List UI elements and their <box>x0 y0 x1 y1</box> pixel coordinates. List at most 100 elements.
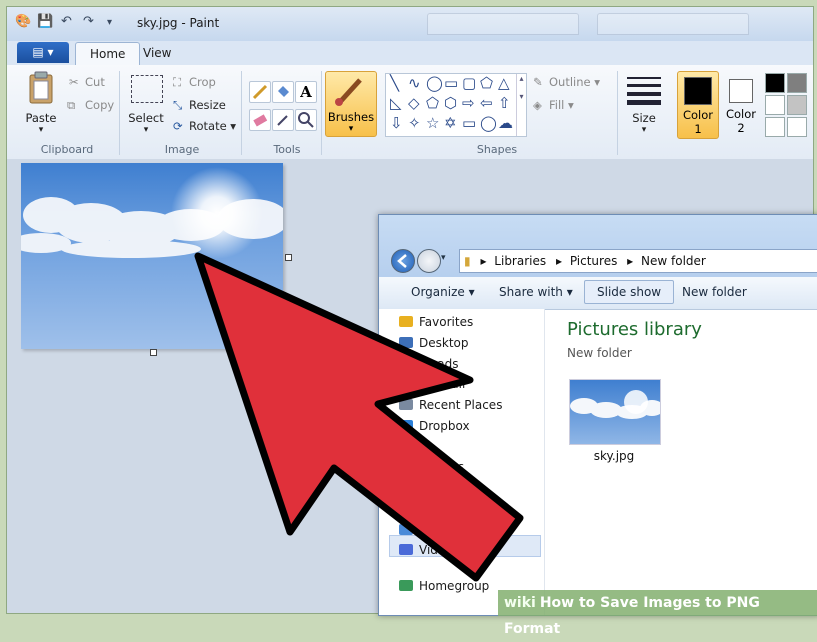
magnifier-icon[interactable] <box>295 109 317 131</box>
nav-item-cuments[interactable]: cuments <box>399 481 471 495</box>
brushes-label: Brushes <box>327 110 375 124</box>
clipboard-group-label: Clipboard <box>40 143 94 156</box>
color1-button[interactable]: Color 1 <box>677 71 719 139</box>
palette-swatch[interactable] <box>765 117 785 137</box>
nav-item-dropbox[interactable]: Dropbox <box>399 419 470 433</box>
sky-thumbnail-image <box>570 390 660 419</box>
color-picker-icon[interactable] <box>272 109 294 131</box>
image-canvas[interactable] <box>21 163 283 349</box>
recent-pages-dropdown-icon[interactable]: ▾ <box>441 253 446 263</box>
new-folder-button[interactable]: New folder <box>682 285 747 299</box>
nav-item-icon <box>399 524 413 535</box>
breadcrumb[interactable]: ▮ ▸ Libraries ▸ Pictures ▸ New folder <box>459 249 817 273</box>
size-dropdown-icon[interactable]: ▾ <box>623 125 665 135</box>
four-point-star-shape-icon[interactable]: ✧ <box>408 114 421 132</box>
nav-item-label: usic <box>419 502 443 516</box>
callout-shape-icon[interactable]: ▭ <box>462 114 476 132</box>
forward-button[interactable] <box>417 249 441 273</box>
triangle-shape-icon[interactable]: △ <box>498 74 510 92</box>
size-button[interactable]: Size <box>623 111 665 125</box>
nav-item-homegroup[interactable]: Homegroup <box>399 579 489 593</box>
file-name[interactable]: sky.jpg <box>569 449 659 463</box>
navigation-pane: Favorites Desktop nloads Hightail Recent Pla… <box>379 309 545 615</box>
color2-button[interactable]: Color 2 <box>721 71 761 137</box>
customize-quick-access-icon[interactable]: ▾ <box>107 17 112 35</box>
shapes-gallery[interactable]: ╲ ∿ ◯ ▭ ▢ ⬠ △ ◺ ◇ ⬠ ⬡ ⇨ ⇦ ⇧ ⇩ ✧ ☆ ✡ ▭ ◯ … <box>385 73 527 137</box>
nav-item-recent-places[interactable]: Recent Places <box>399 398 502 412</box>
nav-item-desktop[interactable]: Desktop <box>399 336 469 350</box>
six-point-star-shape-icon[interactable]: ✡ <box>444 114 457 132</box>
nav-item-label: Favorites <box>419 315 474 329</box>
slide-show-button[interactable]: Slide show <box>584 280 675 304</box>
five-point-star-shape-icon[interactable]: ☆ <box>426 114 439 132</box>
paste-button[interactable]: Paste <box>21 111 61 125</box>
copy-button[interactable]: Copy <box>85 98 114 112</box>
resize-handle-bottom[interactable] <box>150 349 157 356</box>
fill-dropdown[interactable]: Fill ▾ <box>549 98 574 112</box>
palette-swatch[interactable] <box>787 73 807 93</box>
nav-item-ibraries[interactable]: ibraries <box>399 460 464 474</box>
crop-button[interactable]: Crop <box>189 75 216 89</box>
redo-icon[interactable]: ↷ <box>83 14 94 32</box>
nav-item-videos[interactable]: Videos <box>399 543 459 557</box>
nav-item-usic[interactable]: usic <box>399 502 443 516</box>
right-triangle-shape-icon[interactable]: ◺ <box>390 94 402 112</box>
rotate-button[interactable]: Rotate ▾ <box>189 119 236 133</box>
shapes-scroll[interactable]: ▴ ▾ <box>516 74 526 136</box>
text-tool-icon[interactable]: A <box>295 81 317 103</box>
share-with-button[interactable]: Share with ▾ <box>499 285 573 299</box>
right-arrow-shape-icon[interactable]: ⇨ <box>462 94 475 112</box>
brushes-button[interactable]: Brushes ▾ <box>325 71 377 137</box>
curve-shape-icon[interactable]: ∿ <box>408 74 421 92</box>
polygon-shape-icon[interactable]: ⬠ <box>480 74 493 92</box>
oval-callout-shape-icon[interactable]: ◯ <box>480 114 497 132</box>
breadcrumb-libraries[interactable]: Libraries <box>494 254 546 268</box>
size-icon[interactable] <box>627 75 661 105</box>
save-icon[interactable]: 💾 <box>37 14 53 32</box>
eraser-icon[interactable] <box>249 109 271 131</box>
nav-item-pictures[interactable]: Pictures <box>399 523 467 537</box>
select-dropdown-icon[interactable]: ▾ <box>125 125 167 135</box>
paste-icon[interactable] <box>27 71 55 105</box>
paste-dropdown-icon[interactable]: ▾ <box>21 125 61 135</box>
left-arrow-shape-icon[interactable]: ⇦ <box>480 94 493 112</box>
resize-handle-right[interactable] <box>285 254 292 261</box>
nav-item-nloads[interactable]: nloads <box>399 357 459 371</box>
color2-number: 2 <box>737 121 745 135</box>
undo-icon[interactable]: ↶ <box>61 14 72 32</box>
down-arrow-shape-icon[interactable]: ⇩ <box>390 114 403 132</box>
rectangle-shape-icon[interactable]: ▭ <box>444 74 458 92</box>
file-thumbnail[interactable] <box>569 379 661 445</box>
palette-swatch[interactable] <box>787 117 807 137</box>
color1-label: Color <box>682 108 714 122</box>
outline-dropdown[interactable]: Outline ▾ <box>549 75 600 89</box>
line-shape-icon[interactable]: ╲ <box>390 74 399 92</box>
organize-button[interactable]: Organize ▾ <box>411 285 475 299</box>
cloud-callout-shape-icon[interactable]: ☁ <box>498 114 513 132</box>
select-button[interactable]: Select <box>125 111 167 125</box>
explorer-title-area: ▾ ▮ ▸ Libraries ▸ Pictures ▸ New folder <box>379 215 817 277</box>
nav-item-hightail[interactable]: Hightail <box>399 377 465 391</box>
nav-item-favorites[interactable]: Favorites <box>399 315 473 329</box>
tab-view[interactable]: View <box>129 42 185 64</box>
breadcrumb-new-folder[interactable]: New folder <box>641 254 706 268</box>
pentagon-shape-icon[interactable]: ⬠ <box>426 94 439 112</box>
breadcrumb-pictures[interactable]: Pictures <box>570 254 618 268</box>
hexagon-shape-icon[interactable]: ⬡ <box>444 94 457 112</box>
palette-swatch[interactable] <box>787 95 807 115</box>
palette-swatch[interactable] <box>765 95 785 115</box>
select-icon[interactable] <box>131 75 163 103</box>
resize-button[interactable]: Resize <box>189 98 226 112</box>
diamond-shape-icon[interactable]: ◇ <box>408 94 420 112</box>
oval-shape-icon[interactable]: ◯ <box>426 74 443 92</box>
rounded-rectangle-shape-icon[interactable]: ▢ <box>462 74 476 92</box>
pencil-icon[interactable] <box>249 81 271 103</box>
nav-item-label: Desktop <box>419 336 469 350</box>
file-menu-button[interactable]: ▤ ▾ <box>17 42 69 63</box>
color2-label: Color <box>725 107 757 121</box>
up-arrow-shape-icon[interactable]: ⇧ <box>498 94 511 112</box>
fill-bucket-icon[interactable] <box>272 81 294 103</box>
cut-button[interactable]: Cut <box>85 75 105 89</box>
back-button[interactable] <box>391 249 415 273</box>
palette-swatch[interactable] <box>765 73 785 93</box>
